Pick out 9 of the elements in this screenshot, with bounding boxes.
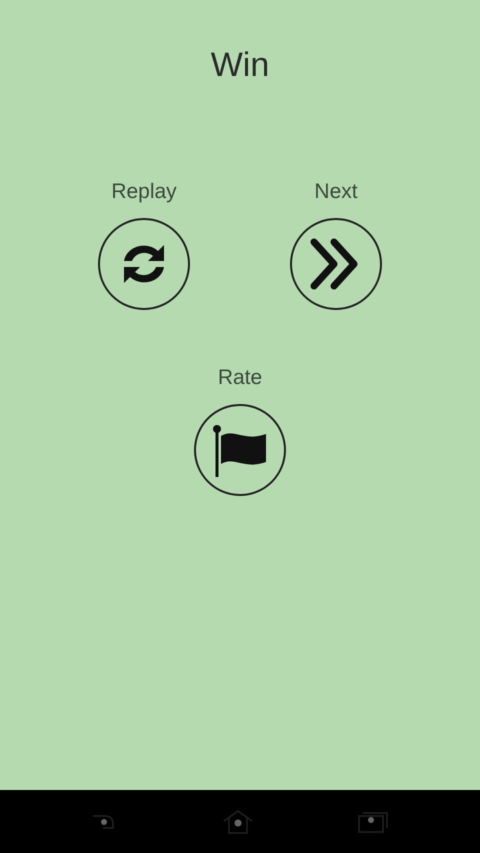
recents-icon[interactable] — [356, 810, 389, 832]
action-label: Next — [314, 180, 358, 204]
home-icon[interactable] — [222, 808, 254, 834]
rate-button[interactable] — [194, 404, 286, 496]
replay-button[interactable] — [98, 218, 190, 310]
screen-title: Win — [210, 45, 270, 86]
action-label: Replay — [111, 180, 177, 204]
action-label: Rate — [218, 366, 262, 390]
next-button[interactable] — [290, 218, 382, 310]
